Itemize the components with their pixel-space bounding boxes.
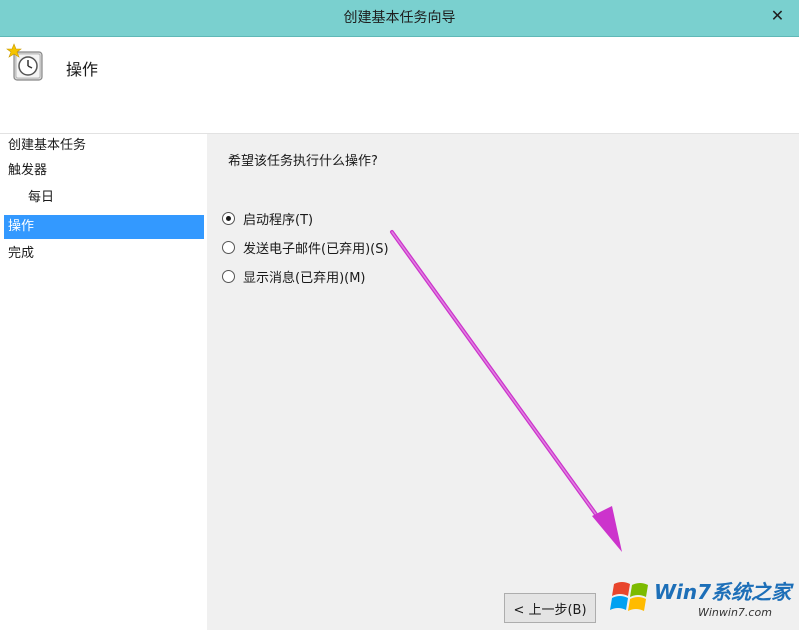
annotation-arrow — [390, 230, 622, 552]
back-button[interactable]: < 上一步(B) — [504, 593, 596, 623]
watermark-logo: Win7系统之家 Winwin7.com — [608, 566, 799, 630]
windows-logo-icon — [610, 582, 648, 611]
watermark-site: Winwin7.com — [698, 606, 772, 619]
watermark-brand: Win7系统之家 — [654, 580, 792, 604]
